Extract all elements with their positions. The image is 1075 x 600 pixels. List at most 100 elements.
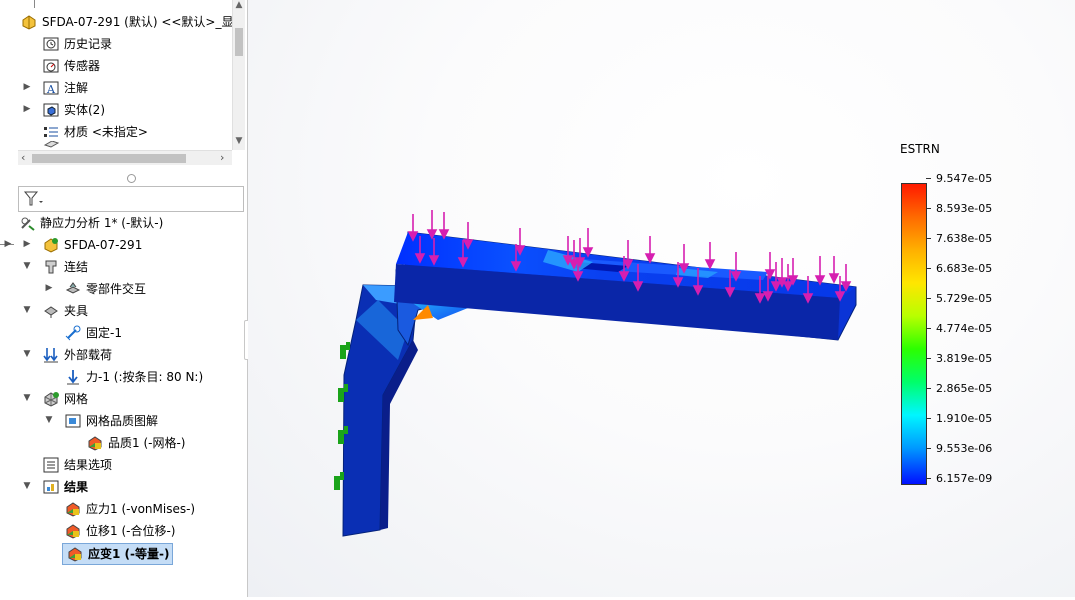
history-icon bbox=[42, 35, 60, 53]
expand-arrow-part[interactable]: ▶ bbox=[3, 239, 13, 249]
collapse-arrow-connections[interactable]: ▼ bbox=[22, 261, 32, 271]
study-label: 静应力分析 1* (-默认-) bbox=[40, 216, 164, 230]
strain-plot-row[interactable]: 应变1 (-等量-) bbox=[62, 543, 174, 565]
connections-label: 连结 bbox=[64, 260, 89, 274]
scrollbar-thumb[interactable] bbox=[32, 154, 186, 163]
collapse-arrow-fixtures[interactable]: ▼ bbox=[22, 305, 32, 315]
expand-arrow-solid-bodies[interactable]: ▶ bbox=[22, 104, 32, 114]
load-arrow-icon bbox=[828, 256, 840, 284]
legend-tick bbox=[926, 238, 931, 239]
mesh-quality-folder-row[interactable]: 网格品质图解 bbox=[64, 411, 158, 431]
legend-tick bbox=[926, 448, 931, 449]
fixtures-row[interactable]: 夹具 bbox=[42, 301, 88, 321]
tree-vertical-scrollbar[interactable]: ▲ ▼ bbox=[232, 0, 245, 150]
tree-horizontal-scrollbar[interactable]: ‹ › bbox=[18, 150, 232, 165]
tree-top-edge bbox=[24, 0, 35, 8]
legend-label: 8.593e-05 bbox=[936, 202, 993, 215]
result-options-label: 结果选项 bbox=[64, 458, 113, 472]
fixed-label: 固定-1 bbox=[86, 326, 122, 340]
scroll-right-arrow-icon[interactable]: › bbox=[220, 151, 224, 165]
tree-item-label: 材质 <未指定> bbox=[64, 125, 148, 139]
displacement-plot-label: 位移1 (-合位移-) bbox=[86, 524, 176, 538]
collapse-arrow-mesh-quality[interactable]: ▼ bbox=[44, 415, 54, 425]
plane-icon bbox=[42, 141, 60, 150]
mesh-row[interactable]: 网格 bbox=[42, 389, 88, 409]
expand-arrow-annotations[interactable]: ▶ bbox=[22, 82, 32, 92]
tree-item-solid-bodies[interactable]: 实体(2) bbox=[42, 100, 105, 120]
tree-item-label: 历史记录 bbox=[64, 37, 113, 51]
strain-plot-label: 应变1 (-等量-) bbox=[88, 547, 170, 561]
legend-tick bbox=[926, 298, 931, 299]
solid-bodies-icon bbox=[42, 101, 60, 119]
tree-item-history[interactable]: 历史记录 bbox=[42, 34, 112, 54]
legend-label: 6.157e-09 bbox=[936, 472, 993, 485]
strain-plot-icon bbox=[66, 545, 84, 563]
load-arrow-icon bbox=[426, 210, 438, 240]
load-arrow-icon bbox=[787, 258, 799, 286]
mesh-quality-folder-label: 网格品质图解 bbox=[86, 414, 159, 428]
stress-plot-icon bbox=[64, 500, 82, 518]
tree-item-sensors[interactable]: 传感器 bbox=[42, 56, 100, 76]
force-label: 力-1 (:按条目: 80 N:) bbox=[86, 370, 204, 384]
part-root-row[interactable]: SFDA-07-291 (默认) <<默认>_显示 bbox=[20, 12, 246, 32]
part-icon bbox=[20, 13, 38, 31]
tree-item-cutoff[interactable] bbox=[42, 141, 60, 150]
component-interaction-row[interactable]: 零部件交互 bbox=[64, 279, 146, 299]
feature-tree: SFDA-07-291 (默认) <<默认>_显示 历史记录 传感器 ▶ A 注… bbox=[0, 0, 247, 168]
collapse-arrow-external-loads[interactable]: ▼ bbox=[22, 349, 32, 359]
load-arrow-icon bbox=[514, 228, 526, 256]
results-label: 结果 bbox=[64, 480, 89, 494]
load-arrow-icon bbox=[622, 240, 634, 270]
study-row[interactable]: 静应力分析 1* (-默认-) bbox=[18, 213, 163, 233]
load-arrow-icon bbox=[764, 252, 776, 280]
result-options-row[interactable]: 结果选项 bbox=[42, 455, 112, 475]
expand-arrow-interaction[interactable]: ▶ bbox=[44, 283, 54, 293]
external-loads-row[interactable]: 外部载荷 bbox=[42, 345, 112, 365]
fixed-row[interactable]: 固定-1 bbox=[64, 323, 122, 343]
legend-tick bbox=[926, 478, 931, 479]
load-arrow-icon bbox=[678, 244, 690, 274]
scrollbar-thumb[interactable] bbox=[235, 28, 243, 56]
legend-label: 9.547e-05 bbox=[936, 172, 993, 185]
connections-row[interactable]: 连结 bbox=[42, 257, 88, 277]
scroll-up-arrow-icon[interactable]: ▲ bbox=[233, 0, 245, 10]
force-row[interactable]: 力-1 (:按条目: 80 N:) bbox=[64, 367, 203, 387]
filter-icon[interactable] bbox=[23, 190, 45, 211]
mesh-label: 网格 bbox=[64, 392, 89, 406]
legend-label: 6.683e-05 bbox=[936, 262, 993, 275]
tree-item-annotations[interactable]: A 注解 bbox=[42, 78, 88, 98]
legend-tick bbox=[926, 208, 931, 209]
static-study-icon bbox=[18, 214, 36, 232]
scroll-left-arrow-icon[interactable]: ‹ bbox=[21, 151, 25, 165]
component-interaction-icon bbox=[64, 280, 82, 298]
tree-filter-box[interactable] bbox=[18, 186, 244, 212]
collapse-arrow-mesh[interactable]: ▼ bbox=[22, 393, 32, 403]
legend-tick bbox=[926, 268, 931, 269]
force-icon bbox=[64, 368, 82, 386]
stress-plot-row[interactable]: 应力1 (-vonMises-) bbox=[64, 499, 195, 519]
expand-arrow-part-inner[interactable]: ▶ bbox=[22, 239, 32, 249]
displacement-plot-row[interactable]: 位移1 (-合位移-) bbox=[64, 521, 175, 541]
tree-item-label: 实体(2) bbox=[64, 103, 105, 117]
results-row[interactable]: 结果 bbox=[42, 477, 88, 497]
tree-item-label: 传感器 bbox=[64, 59, 101, 73]
collapse-arrow-results[interactable]: ▼ bbox=[22, 481, 32, 491]
legend-label: 9.553e-06 bbox=[936, 442, 993, 455]
results-folder-icon bbox=[42, 478, 60, 496]
load-arrow-icon bbox=[730, 252, 742, 282]
load-arrow-icon bbox=[407, 214, 419, 242]
result-options-icon bbox=[42, 456, 60, 474]
external-loads-icon bbox=[42, 346, 60, 364]
load-arrow-icon bbox=[582, 228, 594, 258]
legend-tick bbox=[926, 358, 931, 359]
scroll-down-arrow-icon[interactable]: ▼ bbox=[233, 136, 245, 146]
tree-item-material[interactable]: 材质 <未指定> bbox=[42, 122, 148, 142]
legend-title: ESTRN bbox=[900, 142, 940, 156]
part-row[interactable]: SFDA-07-291 bbox=[42, 235, 142, 255]
load-arrow-icon bbox=[704, 242, 716, 270]
quality-plot-row[interactable]: 品质1 (-网格-) bbox=[86, 433, 185, 453]
panel-splitter-handle[interactable] bbox=[127, 174, 136, 183]
feature-manager-panel: SFDA-07-291 (默认) <<默认>_显示 历史记录 传感器 ▶ A 注… bbox=[0, 0, 248, 597]
legend-tick bbox=[926, 388, 931, 389]
load-arrow-icon bbox=[644, 236, 656, 264]
